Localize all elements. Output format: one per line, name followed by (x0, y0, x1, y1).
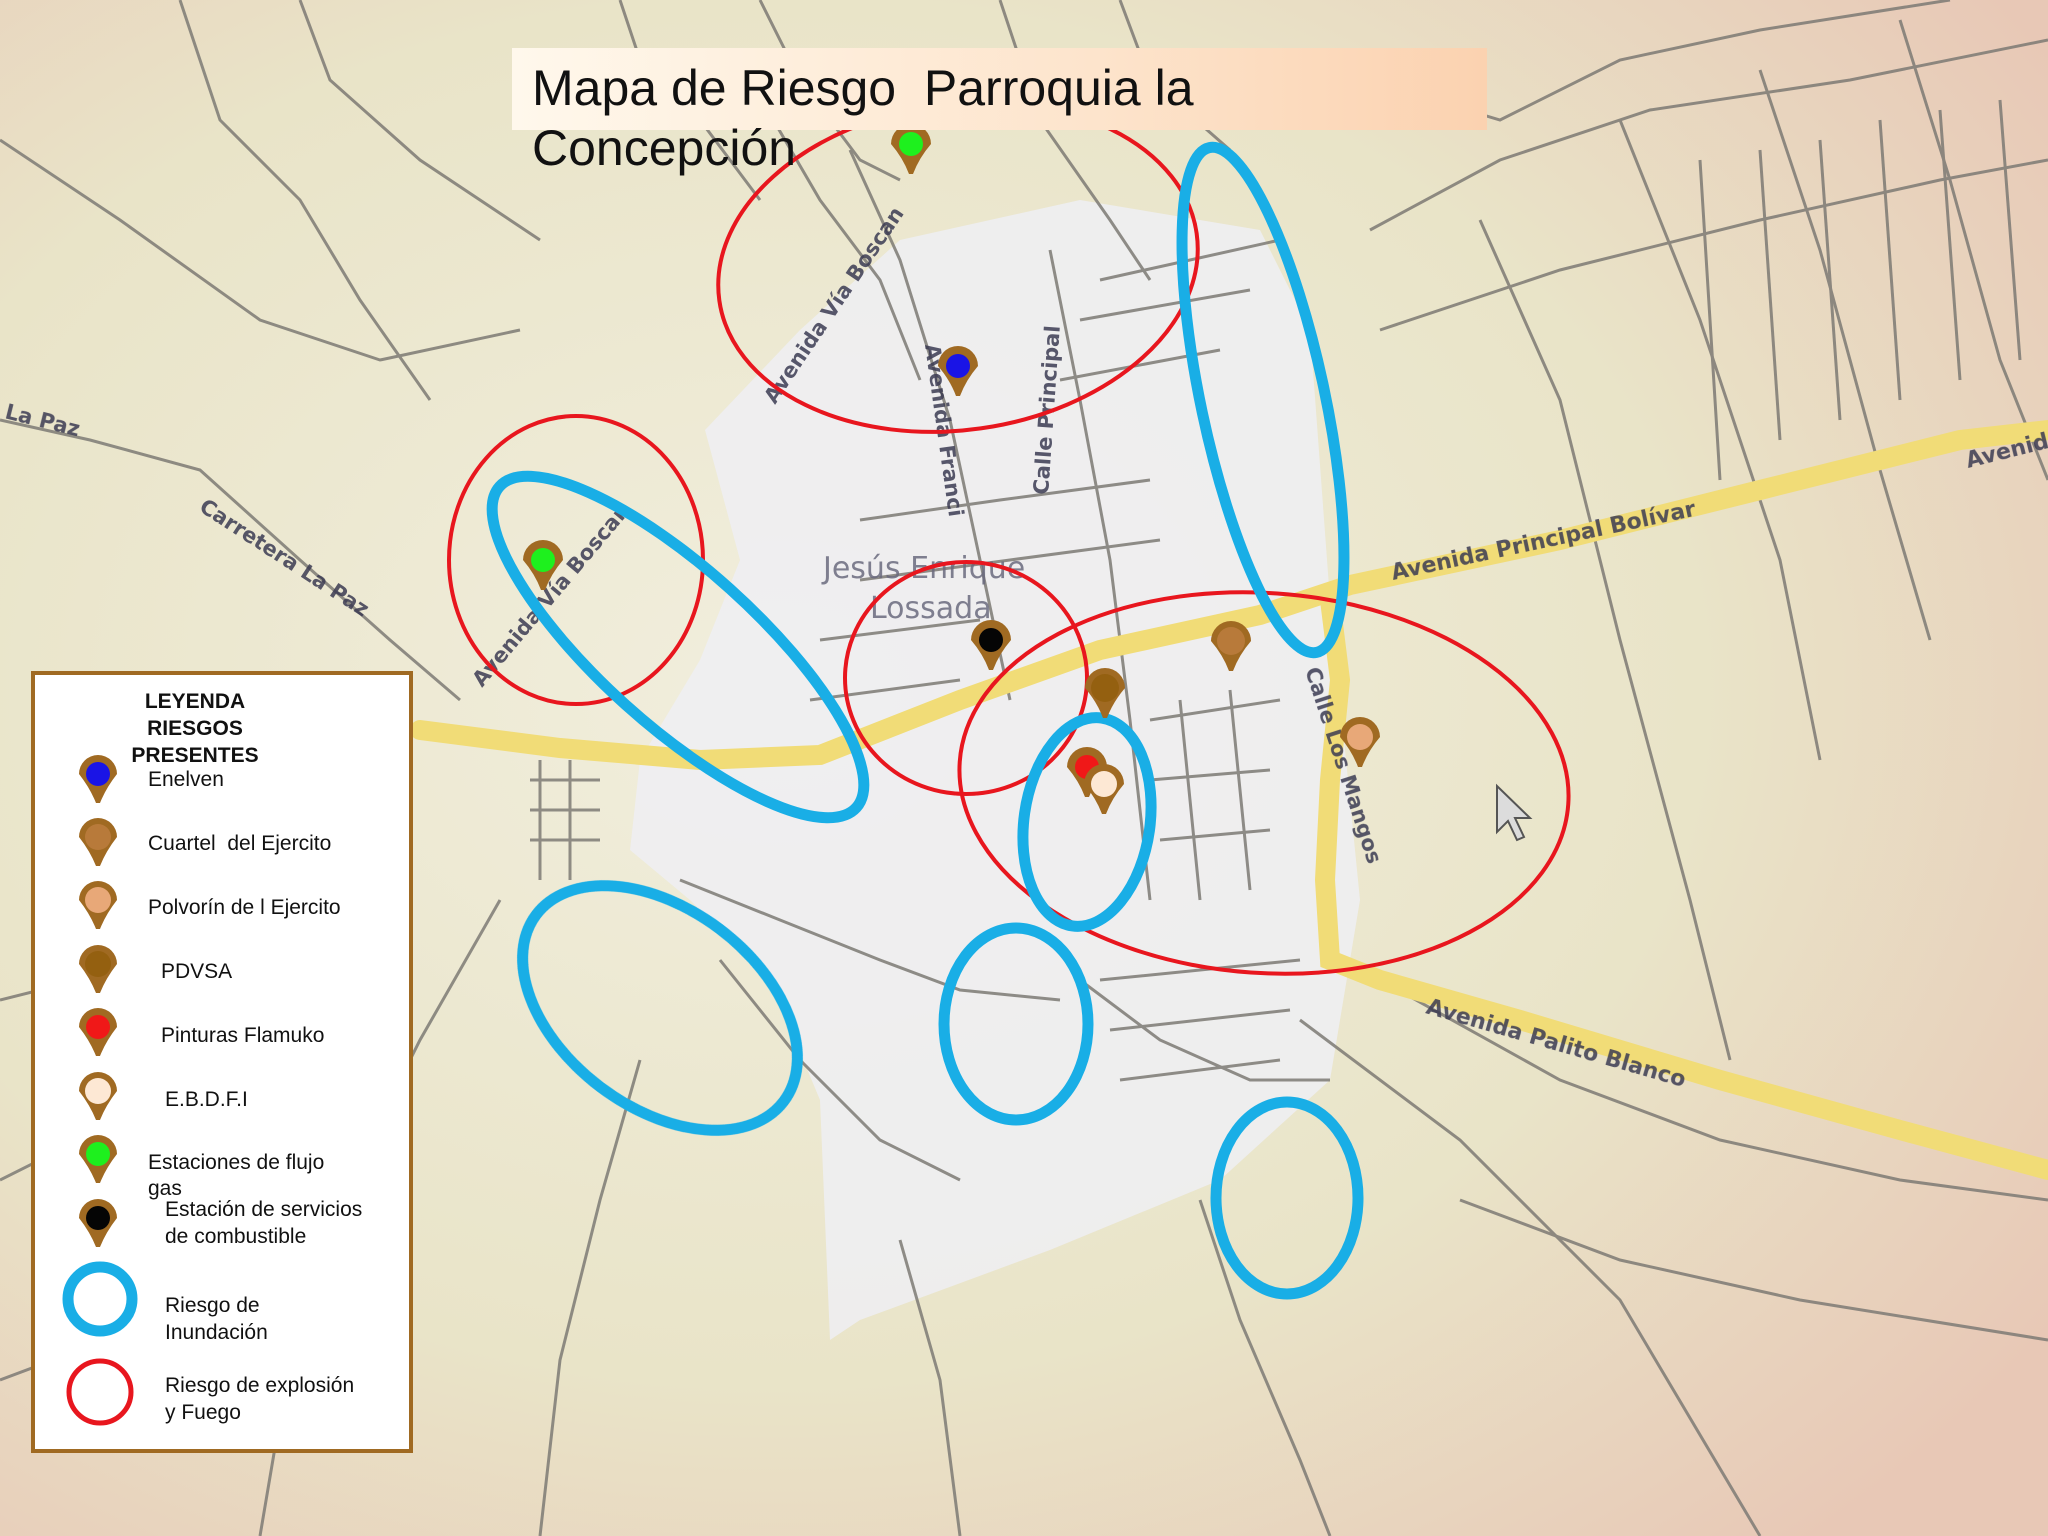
legend-label-flamuko: Pinturas Flamuko (161, 1024, 325, 1047)
legend-label-flood: Riesgo de Inundación (165, 1294, 268, 1344)
legend-label-enelven: Enelven (148, 768, 224, 791)
legend-label-ebdfi: E.B.D.F.I (165, 1088, 248, 1111)
legend-pin-pdvsa-icon (79, 945, 117, 993)
legend-pin-cuartel-icon (79, 818, 117, 866)
legend-pin-flamuko-icon (79, 1008, 117, 1056)
legend-label-cuartel: Cuartel del Ejercito (148, 832, 332, 855)
legend-pin-flujo-gas-icon (79, 1135, 117, 1183)
legend-flood-ring-icon (62, 1261, 138, 1337)
legend-panel: LEYENDA RIESGOS PRESENTES Enelven Cuarte… (31, 671, 413, 1453)
legend-label-pdvsa: PDVSA (161, 960, 233, 983)
legend-pin-ebdfi-icon (79, 1072, 117, 1120)
page-title: Mapa de Riesgo Parroquia la Concepción (532, 60, 1208, 176)
legend-label-combustible: Estación de servicios de combustible (165, 1198, 363, 1248)
legend-pin-polvorin-icon (79, 881, 117, 929)
legend-pin-combustible-icon (79, 1199, 117, 1247)
legend-explosion-ring-icon (66, 1358, 134, 1426)
legend-label-flujo-gas: Estaciones de flujo gas (148, 1151, 325, 1200)
legend-label-polvorin: Polvorín de l Ejercito (148, 896, 341, 919)
label-jesus-2: Lossada (870, 591, 992, 626)
legend-label-explosion: Riesgo de explosión y Fuego (165, 1374, 355, 1424)
legend-pin-enelven-icon (79, 755, 117, 803)
